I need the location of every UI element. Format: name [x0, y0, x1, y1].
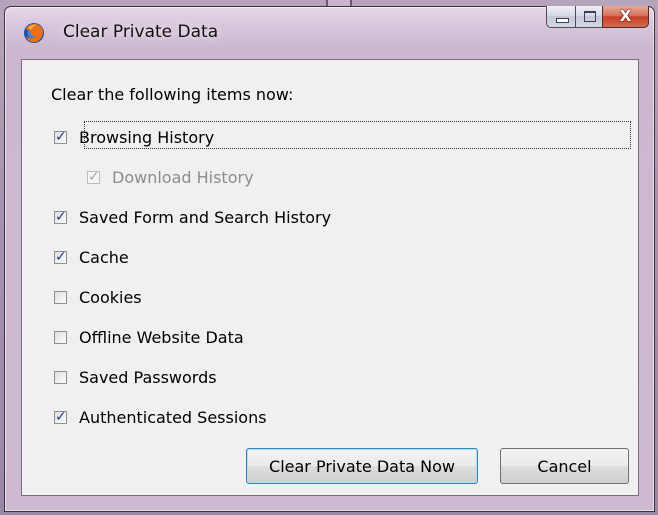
check-mark-icon: ✓	[55, 248, 67, 265]
checkbox-box[interactable]: ✓	[54, 128, 67, 145]
checkbox-cookies[interactable]: Cookies	[54, 284, 142, 310]
dialog-heading: Clear the following items now:	[51, 85, 294, 104]
checkbox-box: ✓	[87, 168, 100, 185]
checkbox-saved-form-search-history[interactable]: ✓ Saved Form and Search History	[54, 204, 331, 230]
minimize-button[interactable]	[546, 6, 575, 28]
checkbox-box[interactable]	[54, 370, 67, 384]
close-icon: X	[619, 7, 632, 25]
clear-private-data-now-button[interactable]: Clear Private Data Now	[246, 448, 478, 484]
checkbox-saved-passwords[interactable]: Saved Passwords	[54, 364, 217, 390]
checkbox-label: Cookies	[79, 287, 142, 307]
checkbox-cache[interactable]: ✓ Cache	[54, 244, 129, 270]
check-mark-icon: ✓	[88, 168, 100, 185]
checkbox-label: Saved Form and Search History	[79, 207, 332, 227]
dialog-client-area: Clear the following items now: ✓ Browsin…	[21, 59, 639, 496]
close-button[interactable]: X	[602, 6, 649, 28]
title-bar[interactable]: Clear Private Data X	[5, 6, 654, 59]
caption-buttons: X	[546, 6, 649, 28]
checkbox-box[interactable]: ✓	[54, 248, 67, 265]
checkbox-label: Browsing History	[79, 127, 215, 147]
window-title: Clear Private Data	[63, 22, 219, 42]
checkbox-box[interactable]	[54, 330, 67, 344]
check-mark-icon: ✓	[55, 408, 67, 425]
checkbox-label: Offline Website Data	[79, 327, 244, 347]
maximize-button[interactable]	[575, 6, 602, 28]
maximize-icon	[584, 11, 596, 22]
checkbox-authenticated-sessions[interactable]: ✓ Authenticated Sessions	[54, 404, 267, 430]
clear-private-data-dialog: Clear Private Data X Clear the following…	[4, 6, 655, 512]
checkbox-box[interactable]: ✓	[54, 408, 67, 425]
checkbox-box[interactable]	[54, 290, 67, 304]
check-mark-icon: ✓	[55, 208, 67, 225]
cancel-button[interactable]: Cancel	[500, 448, 629, 484]
checkbox-download-history: ✓ Download History	[87, 164, 254, 190]
checkbox-label: Authenticated Sessions	[79, 407, 267, 427]
checkbox-label: Download History	[112, 167, 254, 187]
checkbox-offline-website-data[interactable]: Offline Website Data	[54, 324, 244, 350]
firefox-icon	[24, 23, 44, 43]
checkbox-box[interactable]: ✓	[54, 208, 67, 225]
checkbox-label: Cache	[79, 247, 129, 267]
checkbox-browsing-history[interactable]: ✓ Browsing History	[54, 124, 214, 150]
checkbox-label: Saved Passwords	[79, 367, 217, 387]
check-mark-icon: ✓	[55, 128, 67, 145]
minimize-icon	[556, 18, 569, 23]
